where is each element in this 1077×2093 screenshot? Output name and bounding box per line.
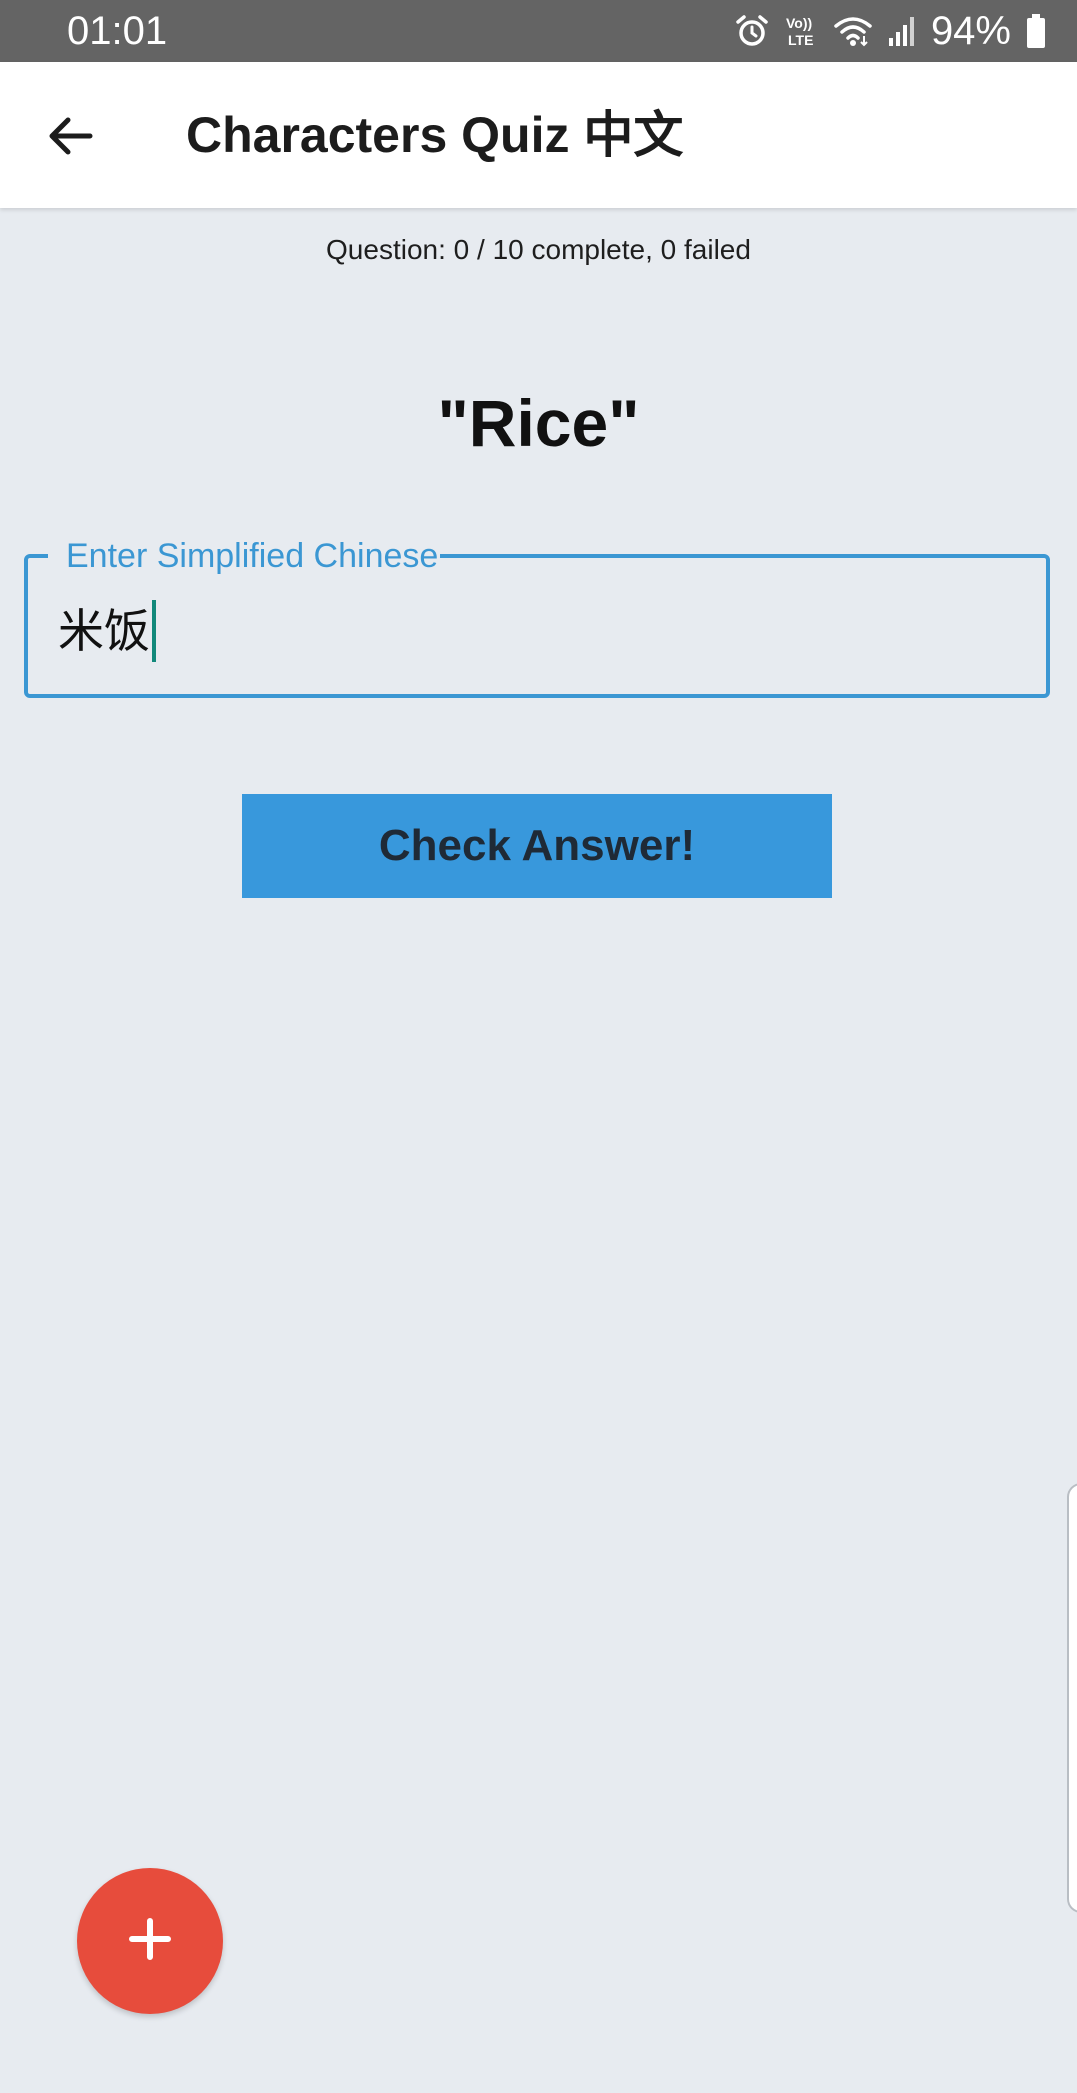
add-fab-button[interactable] xyxy=(77,1868,223,2014)
answer-field-label: Enter Simplified Chinese xyxy=(48,536,441,576)
page-title: Characters Quiz 中文 xyxy=(186,107,684,163)
back-button[interactable] xyxy=(30,98,110,178)
volte-icon: Vo)) LTE xyxy=(783,13,819,49)
text-caret xyxy=(152,600,156,662)
answer-field[interactable]: Enter Simplified Chinese 米饭 xyxy=(24,536,1050,698)
question-prompt: "Rice" xyxy=(437,386,640,460)
battery-icon xyxy=(1025,13,1047,49)
battery-percentage: 94% xyxy=(930,9,1011,53)
status-bar: 01:01 Vo)) LTE 94% xyxy=(0,0,1077,62)
quiz-progress: Question: 0 / 10 complete, 0 failed xyxy=(326,234,751,265)
answer-input[interactable]: 米饭 xyxy=(58,600,156,662)
status-time: 01:01 xyxy=(67,9,168,53)
volte-top-text: Vo)) xyxy=(786,15,812,31)
signal-icon xyxy=(887,14,917,48)
wifi-icon xyxy=(833,14,873,48)
screen: 01:01 Vo)) LTE 94% Characters Quiz 中文 Qu… xyxy=(0,0,1077,2093)
check-answer-button[interactable]: Check Answer! xyxy=(242,794,832,898)
app-bar: Characters Quiz 中文 xyxy=(0,62,1077,208)
alarm-icon xyxy=(735,14,769,48)
answer-input-value: 米饭 xyxy=(58,605,150,657)
arrow-left-icon xyxy=(46,112,94,165)
status-icons: Vo)) LTE 94% xyxy=(735,8,1047,54)
plus-icon xyxy=(128,1917,172,1966)
edge-panel-handle[interactable] xyxy=(1067,1483,1077,1913)
volte-bottom-text: LTE xyxy=(788,32,813,48)
